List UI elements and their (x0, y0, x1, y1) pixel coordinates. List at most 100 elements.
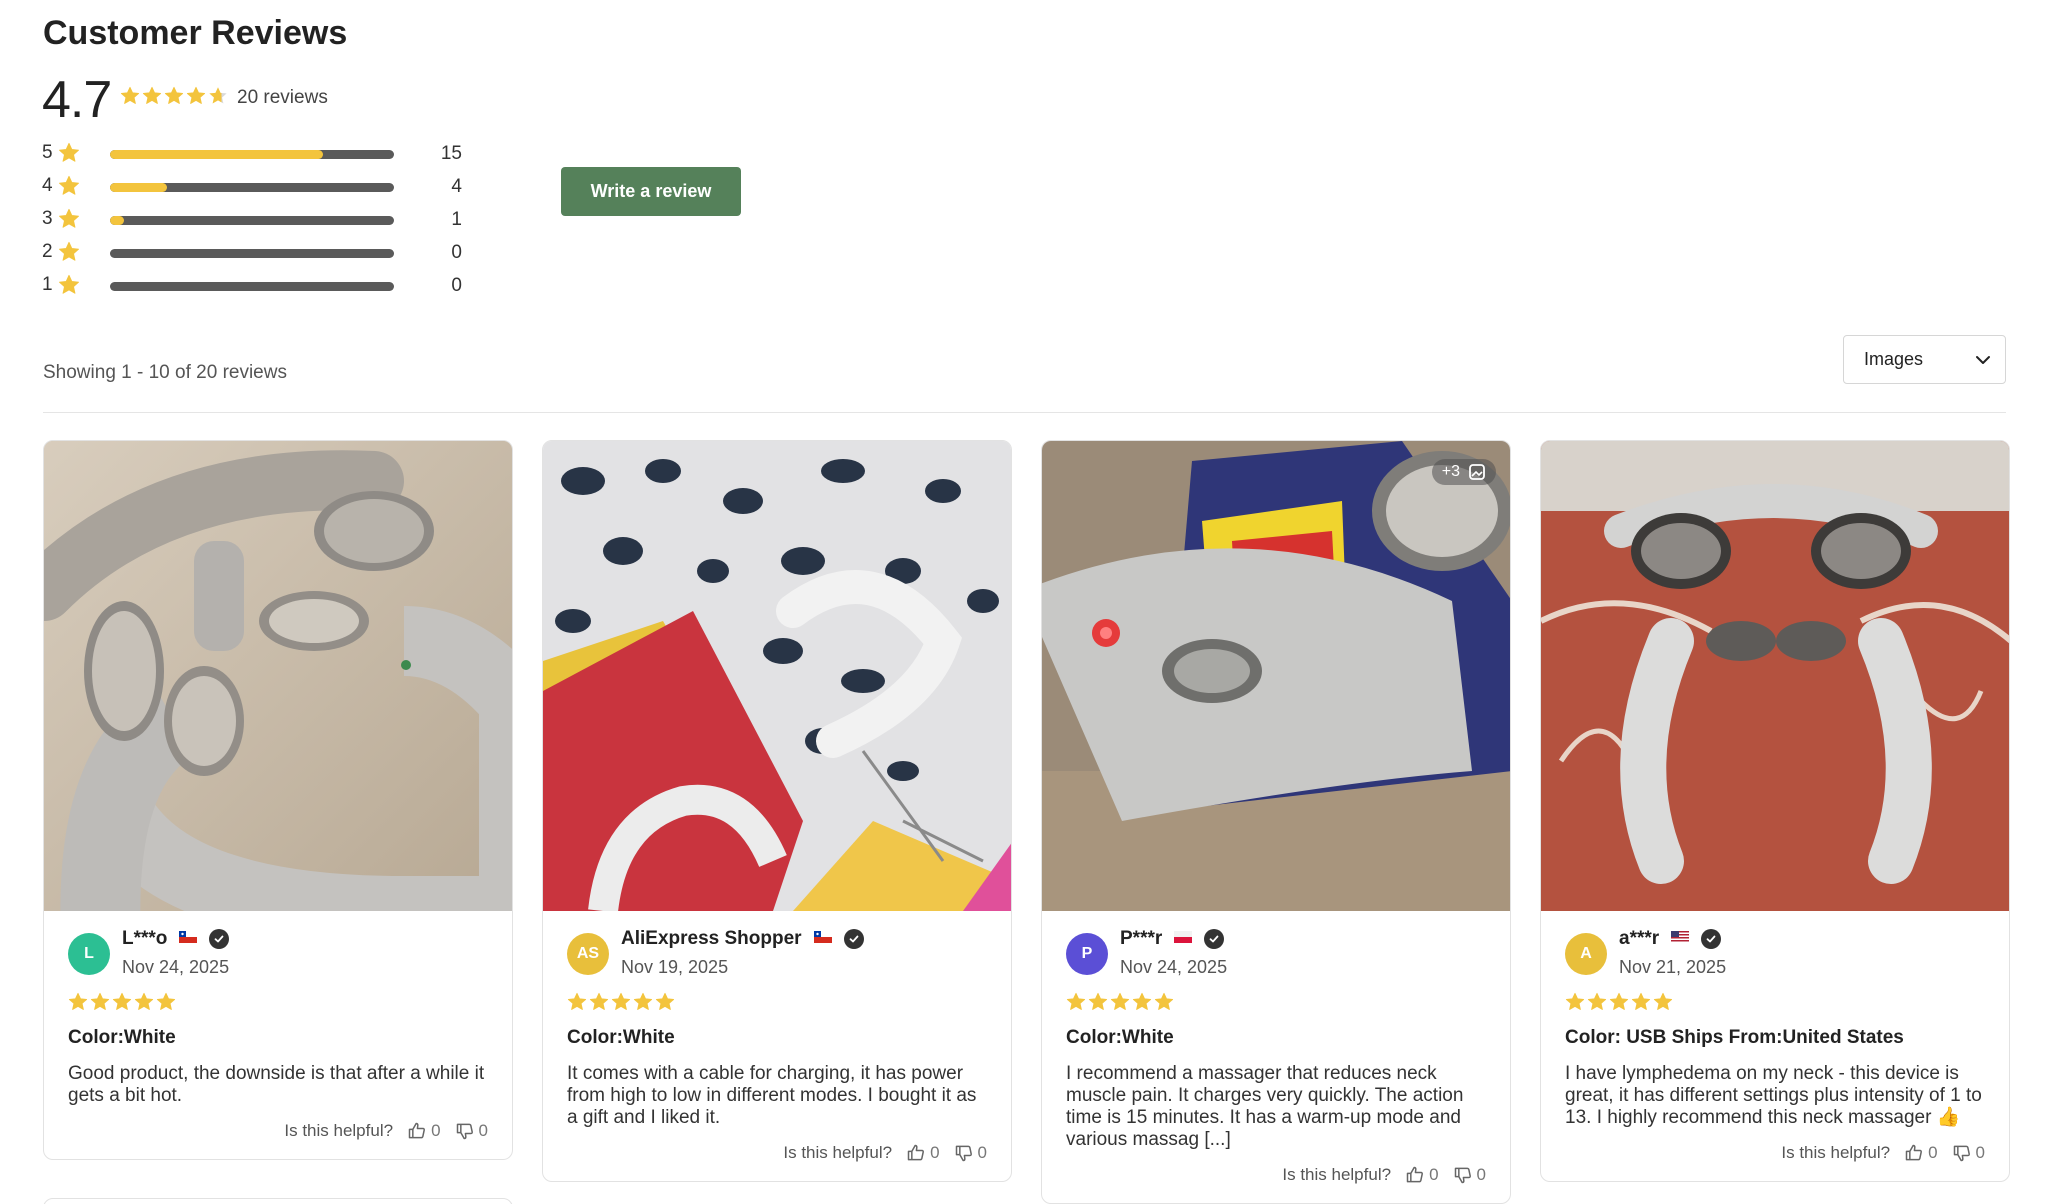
rating-bar (110, 216, 394, 225)
star-icon (58, 208, 80, 235)
verified-icon (209, 929, 230, 949)
star-icon (68, 992, 88, 1017)
rating-level: 2 (42, 241, 53, 262)
review-card[interactable]: AS AliExpress Shopper Nov 19, 2025 Color:Wh… (542, 440, 1012, 1182)
thumbs-up-icon (1904, 1143, 1924, 1163)
star-icon (1587, 992, 1607, 1017)
review-text[interactable]: I have lymphedema on my neck - this devi… (1565, 1063, 1985, 1129)
review-stars (68, 992, 488, 1017)
rating-count: 15 (440, 143, 462, 164)
upvote-count: 0 (431, 1121, 441, 1140)
review-body: Aa***r Nov 21, 2025 Color: USB Ships From:… (1541, 911, 2009, 1181)
total-reviews-count: 20 reviews (237, 87, 328, 108)
avatar: A (1565, 933, 1607, 975)
thumbs-up-button[interactable]: 0 (1904, 1143, 1938, 1163)
review-variant: Color:White (1066, 1027, 1174, 1048)
rating-bar-fill (110, 183, 167, 192)
review-body: L L***o Nov 24, 2025 Color:White Good produc… (44, 911, 512, 1159)
reviewer-name-row: a***r (1619, 927, 1726, 951)
review-photo[interactable] (543, 441, 1011, 911)
star-icon (164, 86, 184, 111)
downvote-count: 0 (977, 1143, 987, 1162)
star-icon (156, 992, 176, 1017)
star-icon (1110, 992, 1130, 1017)
rating-row-2[interactable]: 20 (42, 239, 462, 272)
star-icon (208, 86, 228, 111)
reviewer-name-row: L***o (122, 927, 230, 951)
rating-level: 4 (42, 175, 53, 196)
review-card[interactable]: L L***o Nov 24, 2025 Color:White Good produc… (43, 440, 513, 1160)
showing-count: Showing 1 - 10 of 20 reviews (43, 362, 287, 383)
rating-row-3[interactable]: 31 (42, 206, 462, 239)
review-date: Nov 24, 2025 (1120, 957, 1228, 977)
review-text[interactable]: It comes with a cable for charging, it h… (567, 1063, 987, 1129)
rating-count: 4 (451, 176, 462, 197)
rating-bar (110, 150, 394, 159)
thumbs-down-button[interactable]: 0 (954, 1143, 987, 1163)
star-icon (1132, 992, 1152, 1017)
review-text[interactable]: Good product, the downside is that after… (68, 1063, 488, 1107)
flag-icon (813, 930, 832, 948)
review-stars (1565, 992, 1985, 1017)
rating-count: 0 (451, 275, 462, 296)
thumbs-up-button[interactable]: 0 (906, 1143, 940, 1163)
helpful-row: Is this helpful? 0 0 (567, 1143, 987, 1163)
star-icon (58, 241, 80, 268)
reviewer-info: L L***o Nov 24, 2025 (68, 927, 488, 978)
review-photo[interactable]: +3 (1042, 441, 1510, 911)
downvote-count: 0 (1975, 1143, 1985, 1162)
star-icon (655, 992, 675, 1017)
review-photo[interactable] (1541, 441, 2009, 911)
rating-count: 0 (451, 242, 462, 263)
reviewer-meta: AliExpress Shopper Nov 19, 2025 (621, 927, 864, 978)
thumbs-down-icon (954, 1143, 974, 1163)
rating-row-4[interactable]: 44 (42, 173, 462, 206)
helpful-row: Is this helpful? 0 0 (1066, 1165, 1486, 1185)
star-icon (1631, 992, 1651, 1017)
review-date: Nov 24, 2025 (122, 957, 230, 977)
upvote-count: 0 (1928, 1143, 1938, 1162)
star-icon (142, 86, 162, 111)
star-icon (58, 274, 80, 301)
review-card[interactable]: Aa***r Nov 21, 2025 Color: USB Ships From:… (1540, 440, 2010, 1182)
star-icon (120, 86, 140, 111)
filter-select[interactable]: Images (1843, 335, 2006, 384)
downvote-count: 0 (1476, 1165, 1486, 1184)
upvote-count: 0 (1429, 1165, 1439, 1184)
review-photo[interactable] (44, 441, 512, 911)
thumbs-down-button[interactable]: 0 (1952, 1143, 1985, 1163)
thumbs-down-button[interactable]: 0 (1453, 1165, 1486, 1185)
star-icon (186, 86, 206, 111)
rating-bar (110, 249, 394, 258)
helpful-row: Is this helpful? 0 0 (68, 1121, 488, 1141)
thumbs-down-button[interactable]: 0 (455, 1121, 488, 1141)
thumbs-down-icon (1453, 1165, 1473, 1185)
star-icon (611, 992, 631, 1017)
reviewer-meta: a***r Nov 21, 2025 (1619, 927, 1726, 978)
reviewer-meta: L***o Nov 24, 2025 (122, 927, 230, 978)
review-card[interactable]: +3 P P***r Nov 24, 2025 Color:White I recomme… (1041, 440, 1511, 1204)
review-card-partial (43, 1198, 513, 1204)
avatar: P (1066, 933, 1108, 975)
rating-count: 1 (451, 209, 462, 230)
more-images-badge[interactable]: +3 (1431, 459, 1496, 485)
star-icon (1653, 992, 1673, 1017)
review-body: P P***r Nov 24, 2025 Color:White I recommend… (1042, 911, 1510, 1203)
thumbs-up-icon (1405, 1165, 1425, 1185)
star-icon (589, 992, 609, 1017)
rating-row-5[interactable]: 5 15 (42, 140, 462, 173)
thumbs-up-button[interactable]: 0 (407, 1121, 441, 1141)
downvote-count: 0 (478, 1121, 488, 1140)
flag-icon (1671, 930, 1690, 948)
star-icon (567, 992, 587, 1017)
page-title: Customer Reviews (43, 14, 348, 52)
write-review-button[interactable]: Write a review (561, 167, 741, 216)
review-text[interactable]: I recommend a massager that reduces neck… (1066, 1063, 1486, 1151)
thumbs-up-button[interactable]: 0 (1405, 1165, 1439, 1185)
review-date: Nov 19, 2025 (621, 957, 729, 977)
rating-row-1[interactable]: 10 (42, 272, 462, 305)
verified-icon (843, 929, 864, 949)
reviewer-name-row: AliExpress Shopper (621, 927, 864, 951)
reviewer-name: a***r (1619, 928, 1660, 949)
star-icon (134, 992, 154, 1017)
